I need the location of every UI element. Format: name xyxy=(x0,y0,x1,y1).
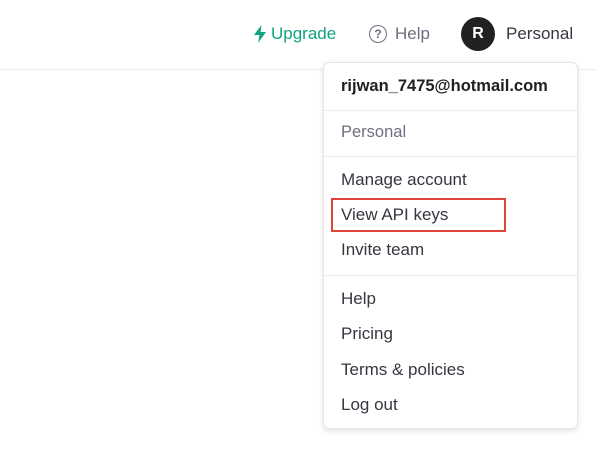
menu-item-pricing[interactable]: Pricing xyxy=(341,324,393,344)
top-navbar: Upgrade ? Help R Personal xyxy=(0,0,596,70)
upgrade-label: Upgrade xyxy=(271,24,337,43)
account-menu-button[interactable]: R Personal xyxy=(461,17,573,51)
highlight-box xyxy=(331,198,506,232)
divider xyxy=(324,110,577,111)
menu-item-terms-policies[interactable]: Terms & policies xyxy=(341,360,465,380)
divider xyxy=(324,156,577,157)
organization-name: Personal xyxy=(341,123,407,141)
question-circle-icon: ? xyxy=(369,25,387,43)
account-label: Personal xyxy=(506,24,574,43)
help-label: Help xyxy=(395,24,430,43)
account-email: rijwan_7475@hotmail.com xyxy=(341,77,548,95)
avatar: R xyxy=(461,17,495,51)
menu-item-manage-account[interactable]: Manage account xyxy=(341,170,467,190)
menu-item-invite-team[interactable]: Invite team xyxy=(341,240,424,260)
help-link[interactable]: ? Help xyxy=(369,22,430,46)
upgrade-link[interactable]: Upgrade xyxy=(253,22,336,46)
lightning-bolt-icon xyxy=(254,25,266,43)
divider xyxy=(324,275,577,276)
menu-item-log-out[interactable]: Log out xyxy=(341,395,398,415)
account-dropdown-menu: rijwan_7475@hotmail.com Personal Manage … xyxy=(323,62,578,429)
menu-item-help[interactable]: Help xyxy=(341,289,376,309)
page: Upgrade ? Help R Personal rijwan_7475@ho… xyxy=(0,0,596,455)
